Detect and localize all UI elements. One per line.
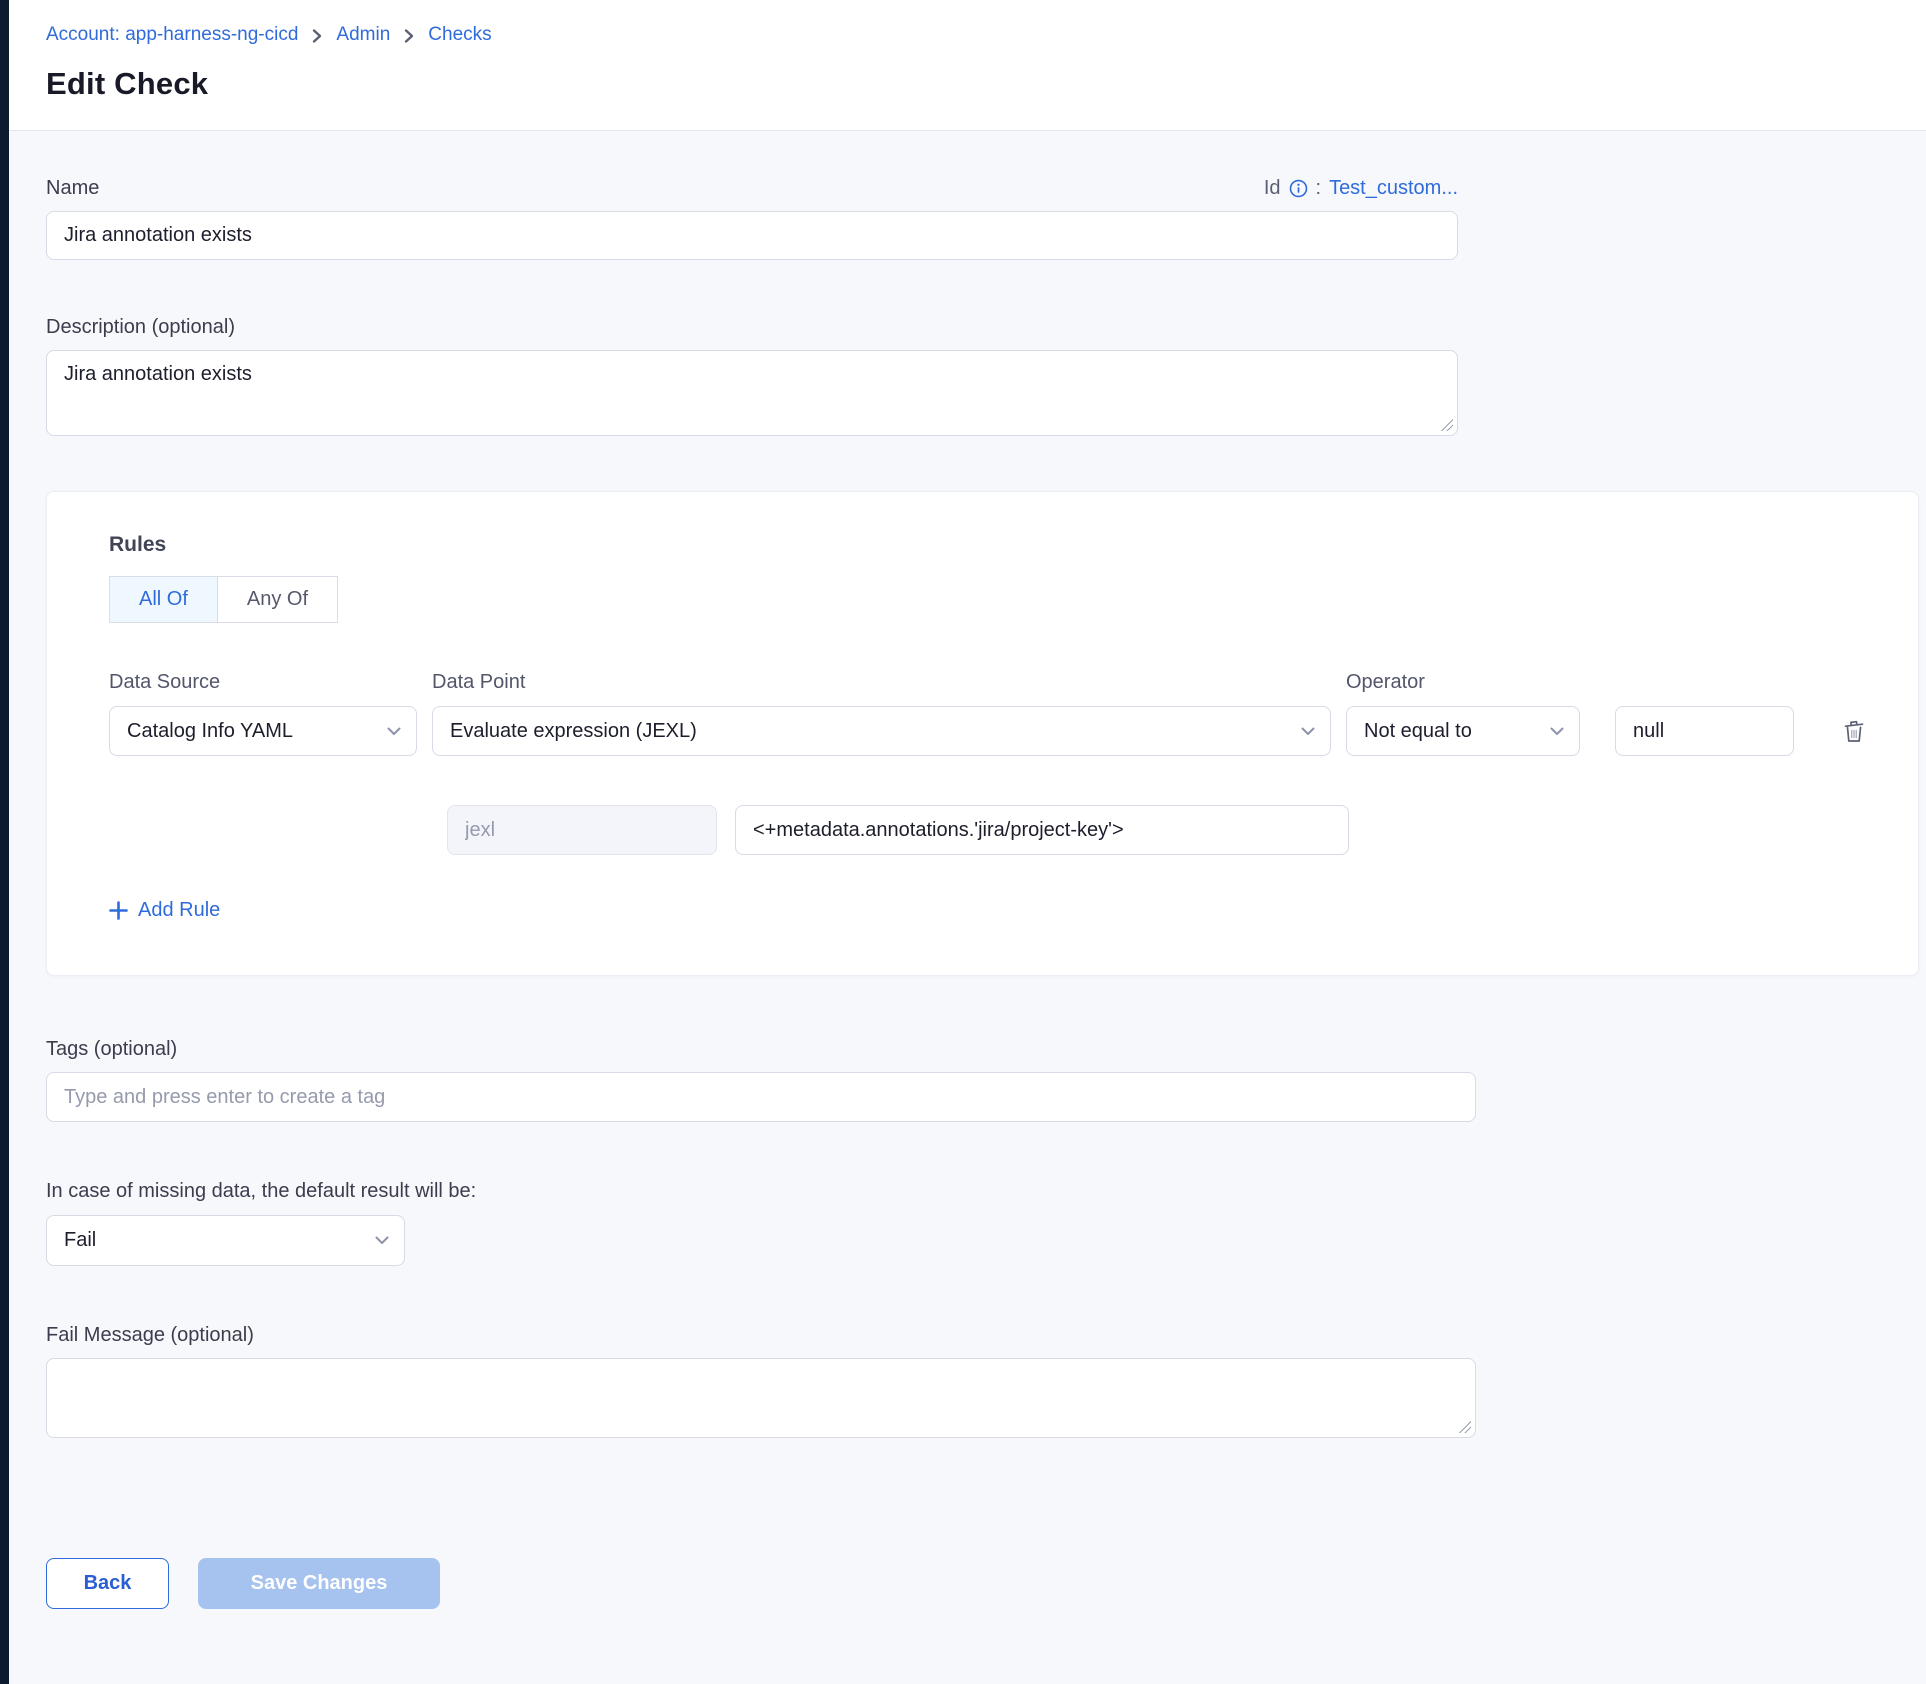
jexl-expression-input[interactable] <box>735 805 1349 855</box>
back-button[interactable]: Back <box>46 1558 169 1609</box>
plus-icon <box>109 901 128 920</box>
check-id: Id : Test_custom... <box>1264 177 1458 200</box>
id-info-icon[interactable] <box>1289 179 1308 198</box>
rule-column-labels: Data Source Data Point Operator <box>109 671 1918 694</box>
comparison-value-input[interactable] <box>1615 706 1794 756</box>
tags-input[interactable] <box>46 1072 1476 1122</box>
description-label: Description (optional) <box>46 316 1926 339</box>
id-value-link[interactable]: Test_custom... <box>1329 177 1458 200</box>
delete-rule-button[interactable] <box>1837 711 1871 751</box>
rules-mode-toggle: All Of Any Of <box>109 576 338 623</box>
breadcrumb-checks-link[interactable]: Checks <box>428 24 491 46</box>
save-changes-button[interactable]: Save Changes <box>198 1558 440 1609</box>
jexl-row <box>447 805 1918 855</box>
id-separator: : <box>1316 177 1322 200</box>
page-header: Account: app-harness-ng-cicd Admin Check… <box>0 0 1926 131</box>
id-label: Id <box>1264 177 1281 200</box>
edit-check-form: Name Id : Test_custom... Description (op… <box>0 131 1926 1609</box>
breadcrumb: Account: app-harness-ng-cicd Admin Check… <box>46 24 1926 46</box>
data-source-label: Data Source <box>109 671 432 694</box>
rule-row: Catalog Info YAML Evaluate expression (J… <box>109 706 1918 756</box>
data-point-select[interactable]: Evaluate expression (JEXL) <box>432 706 1331 756</box>
tags-section: Tags (optional) <box>46 1038 1926 1122</box>
collapsed-sidebar-rail <box>0 0 9 1684</box>
name-input[interactable] <box>46 211 1458 260</box>
chevron-down-icon <box>387 727 401 736</box>
any-of-toggle[interactable]: Any Of <box>217 576 338 623</box>
rules-card: Rules All Of Any Of Data Source Data Poi… <box>46 491 1919 976</box>
data-point-value: Evaluate expression (JEXL) <box>450 720 697 743</box>
missing-data-label: In case of missing data, the default res… <box>46 1180 1926 1203</box>
trash-icon <box>1841 717 1867 745</box>
operator-label: Operator <box>1346 671 1580 694</box>
default-result-select[interactable]: Fail <box>46 1215 405 1266</box>
jexl-prefix-input[interactable] <box>447 805 717 855</box>
all-of-toggle[interactable]: All Of <box>109 576 218 623</box>
add-rule-label: Add Rule <box>138 899 220 922</box>
missing-data-section: In case of missing data, the default res… <box>46 1180 1926 1266</box>
chevron-down-icon <box>375 1236 389 1245</box>
fail-message-label: Fail Message (optional) <box>46 1324 1926 1347</box>
operator-value: Not equal to <box>1364 720 1472 743</box>
fail-message-textarea[interactable] <box>46 1358 1476 1438</box>
rules-heading: Rules <box>109 533 1918 557</box>
data-point-label: Data Point <box>432 671 1346 694</box>
add-rule-button[interactable]: Add Rule <box>109 899 220 922</box>
name-id-row: Name Id : Test_custom... <box>46 177 1458 200</box>
description-textarea[interactable]: Jira annotation exists <box>46 350 1458 436</box>
data-source-select[interactable]: Catalog Info YAML <box>109 706 417 756</box>
form-actions: Back Save Changes <box>46 1558 1926 1609</box>
breadcrumb-chevron-icon <box>311 28 323 44</box>
data-source-value: Catalog Info YAML <box>127 720 293 743</box>
chevron-down-icon <box>1301 727 1315 736</box>
page-title: Edit Check <box>46 66 1926 102</box>
name-label: Name <box>46 177 99 200</box>
fail-message-section: Fail Message (optional) <box>46 1324 1926 1438</box>
breadcrumb-admin-link[interactable]: Admin <box>336 24 390 46</box>
tags-label: Tags (optional) <box>46 1038 1926 1061</box>
description-section: Description (optional) Jira annotation e… <box>46 316 1926 436</box>
operator-select[interactable]: Not equal to <box>1346 706 1580 756</box>
breadcrumb-account-link[interactable]: Account: app-harness-ng-cicd <box>46 24 298 46</box>
chevron-down-icon <box>1550 727 1564 736</box>
breadcrumb-chevron-icon <box>403 28 415 44</box>
default-result-value: Fail <box>64 1229 96 1252</box>
